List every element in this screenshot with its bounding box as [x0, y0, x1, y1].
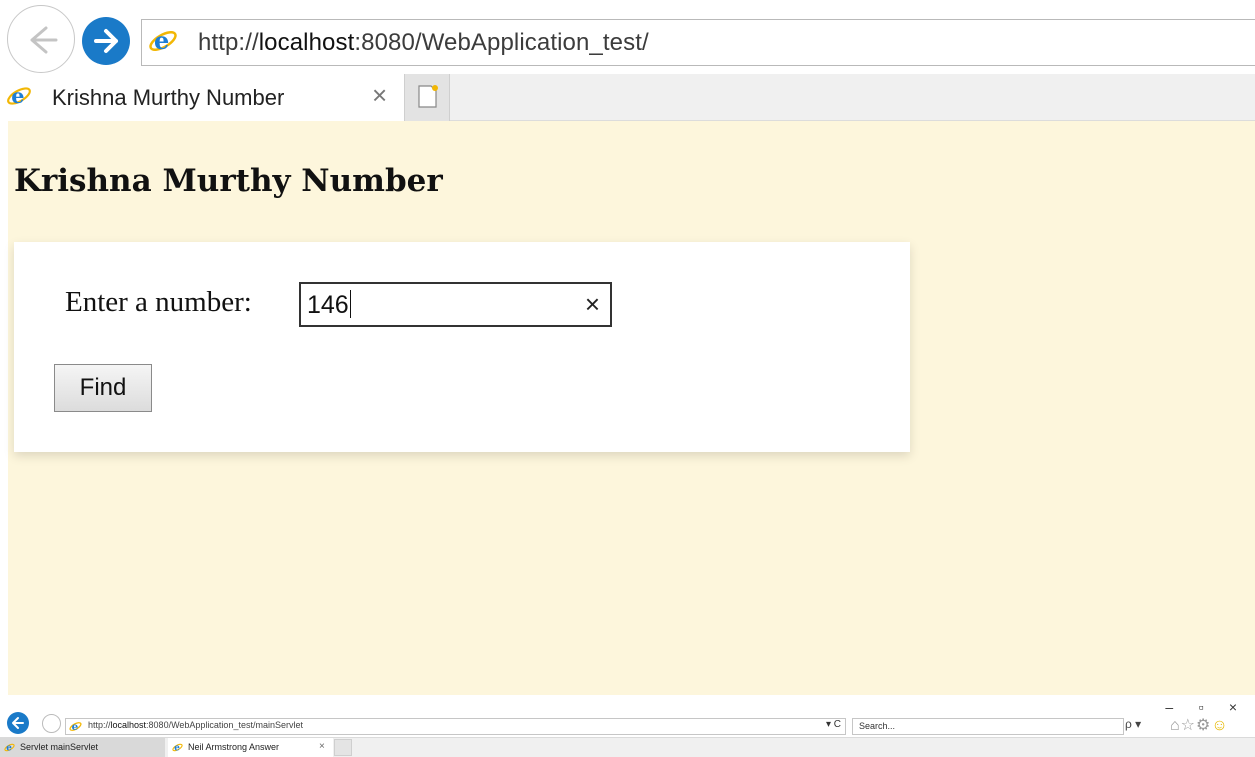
tab-close-icon[interactable]: ×: [319, 741, 325, 752]
forward-button[interactable]: [82, 17, 130, 65]
tab-label: Neil Armstrong Answer: [188, 742, 280, 752]
search-placeholder: Search...: [859, 721, 896, 731]
new-tab-icon[interactable]: [334, 739, 352, 756]
small-back-button[interactable]: [7, 712, 29, 734]
home-icon[interactable]: ⌂: [1170, 717, 1181, 734]
svg-text:e: e: [11, 83, 24, 108]
address-url-text: http://localhost:8080/WebApplication_tes…: [198, 29, 649, 56]
number-input-value: 146: [307, 290, 351, 319]
ie-logo-icon: e: [4, 743, 15, 753]
number-label: Enter a number:: [65, 286, 252, 318]
back-arrow-icon: [12, 717, 24, 729]
tab-neil-armstrong[interactable]: e Neil Armstrong Answer ×: [168, 738, 333, 757]
address-input[interactable]: e http://localhost:8080/WebApplication_t…: [141, 19, 1255, 66]
svg-text:e: e: [174, 743, 180, 753]
svg-text:e: e: [72, 721, 79, 733]
back-arrow-icon: [30, 26, 58, 54]
ie-logo-icon: e: [172, 743, 183, 753]
clear-input-icon[interactable]: ×: [585, 289, 600, 319]
ie-logo-icon: e: [69, 721, 82, 733]
search-input[interactable]: Search...: [852, 718, 1124, 735]
tab-title: Krishna Murthy Number: [52, 85, 285, 110]
page-content: Krishna Murthy Number Enter a number: 14…: [8, 121, 1255, 695]
star-icon[interactable]: ☆: [1181, 717, 1196, 734]
gear-icon[interactable]: ⚙: [1196, 717, 1211, 734]
toolbar-icons: ⌂☆⚙☺: [1170, 715, 1229, 735]
small-address-url: http://localhost:8080/WebApplication_tes…: [88, 720, 303, 730]
tab-close-icon[interactable]: ×: [372, 82, 387, 108]
tab-krishna-murthy[interactable]: e Krishna Murthy Number ×: [0, 74, 404, 121]
tab-label: Servlet mainServlet: [20, 742, 99, 752]
tab-servlet-mainservlet[interactable]: e Servlet mainServlet: [0, 738, 165, 757]
smiley-icon[interactable]: ☺: [1211, 717, 1228, 734]
small-tab-bar: e Servlet mainServlet e Neil Armstrong A…: [0, 737, 1255, 757]
new-tab-button[interactable]: [404, 74, 450, 121]
svg-text:e: e: [154, 26, 169, 55]
refresh-icon[interactable]: ▾ C: [826, 719, 841, 730]
find-button[interactable]: Find: [54, 364, 152, 412]
number-input[interactable]: 146 ×: [299, 282, 612, 327]
back-button[interactable]: [7, 5, 75, 73]
address-bar-area: e http://localhost:8080/WebApplication_t…: [0, 0, 1255, 74]
close-window-button[interactable]: ×: [1219, 699, 1247, 715]
new-tab-icon: [418, 85, 438, 108]
svg-text:e: e: [6, 743, 12, 753]
minimize-button[interactable]: –: [1155, 699, 1183, 715]
form-card: Enter a number: 146 × Find: [14, 242, 910, 452]
page-title: Krishna Murthy Number: [14, 163, 443, 199]
small-forward-button[interactable]: [42, 714, 61, 733]
tab-bar: e Krishna Murthy Number ×: [0, 74, 1255, 121]
ie-logo-icon: e: [7, 83, 31, 108]
restore-button[interactable]: ▫: [1187, 699, 1215, 715]
background-browser-window: – ▫ × e http://localhost:8080/WebApplica…: [0, 695, 1255, 757]
window-controls: – ▫ ×: [1155, 699, 1247, 715]
ie-logo-icon: e: [149, 26, 177, 55]
small-address-input[interactable]: e http://localhost:8080/WebApplication_t…: [65, 718, 846, 735]
forward-arrow-icon: [94, 29, 118, 53]
search-icon[interactable]: ρ ▾: [1125, 717, 1141, 731]
